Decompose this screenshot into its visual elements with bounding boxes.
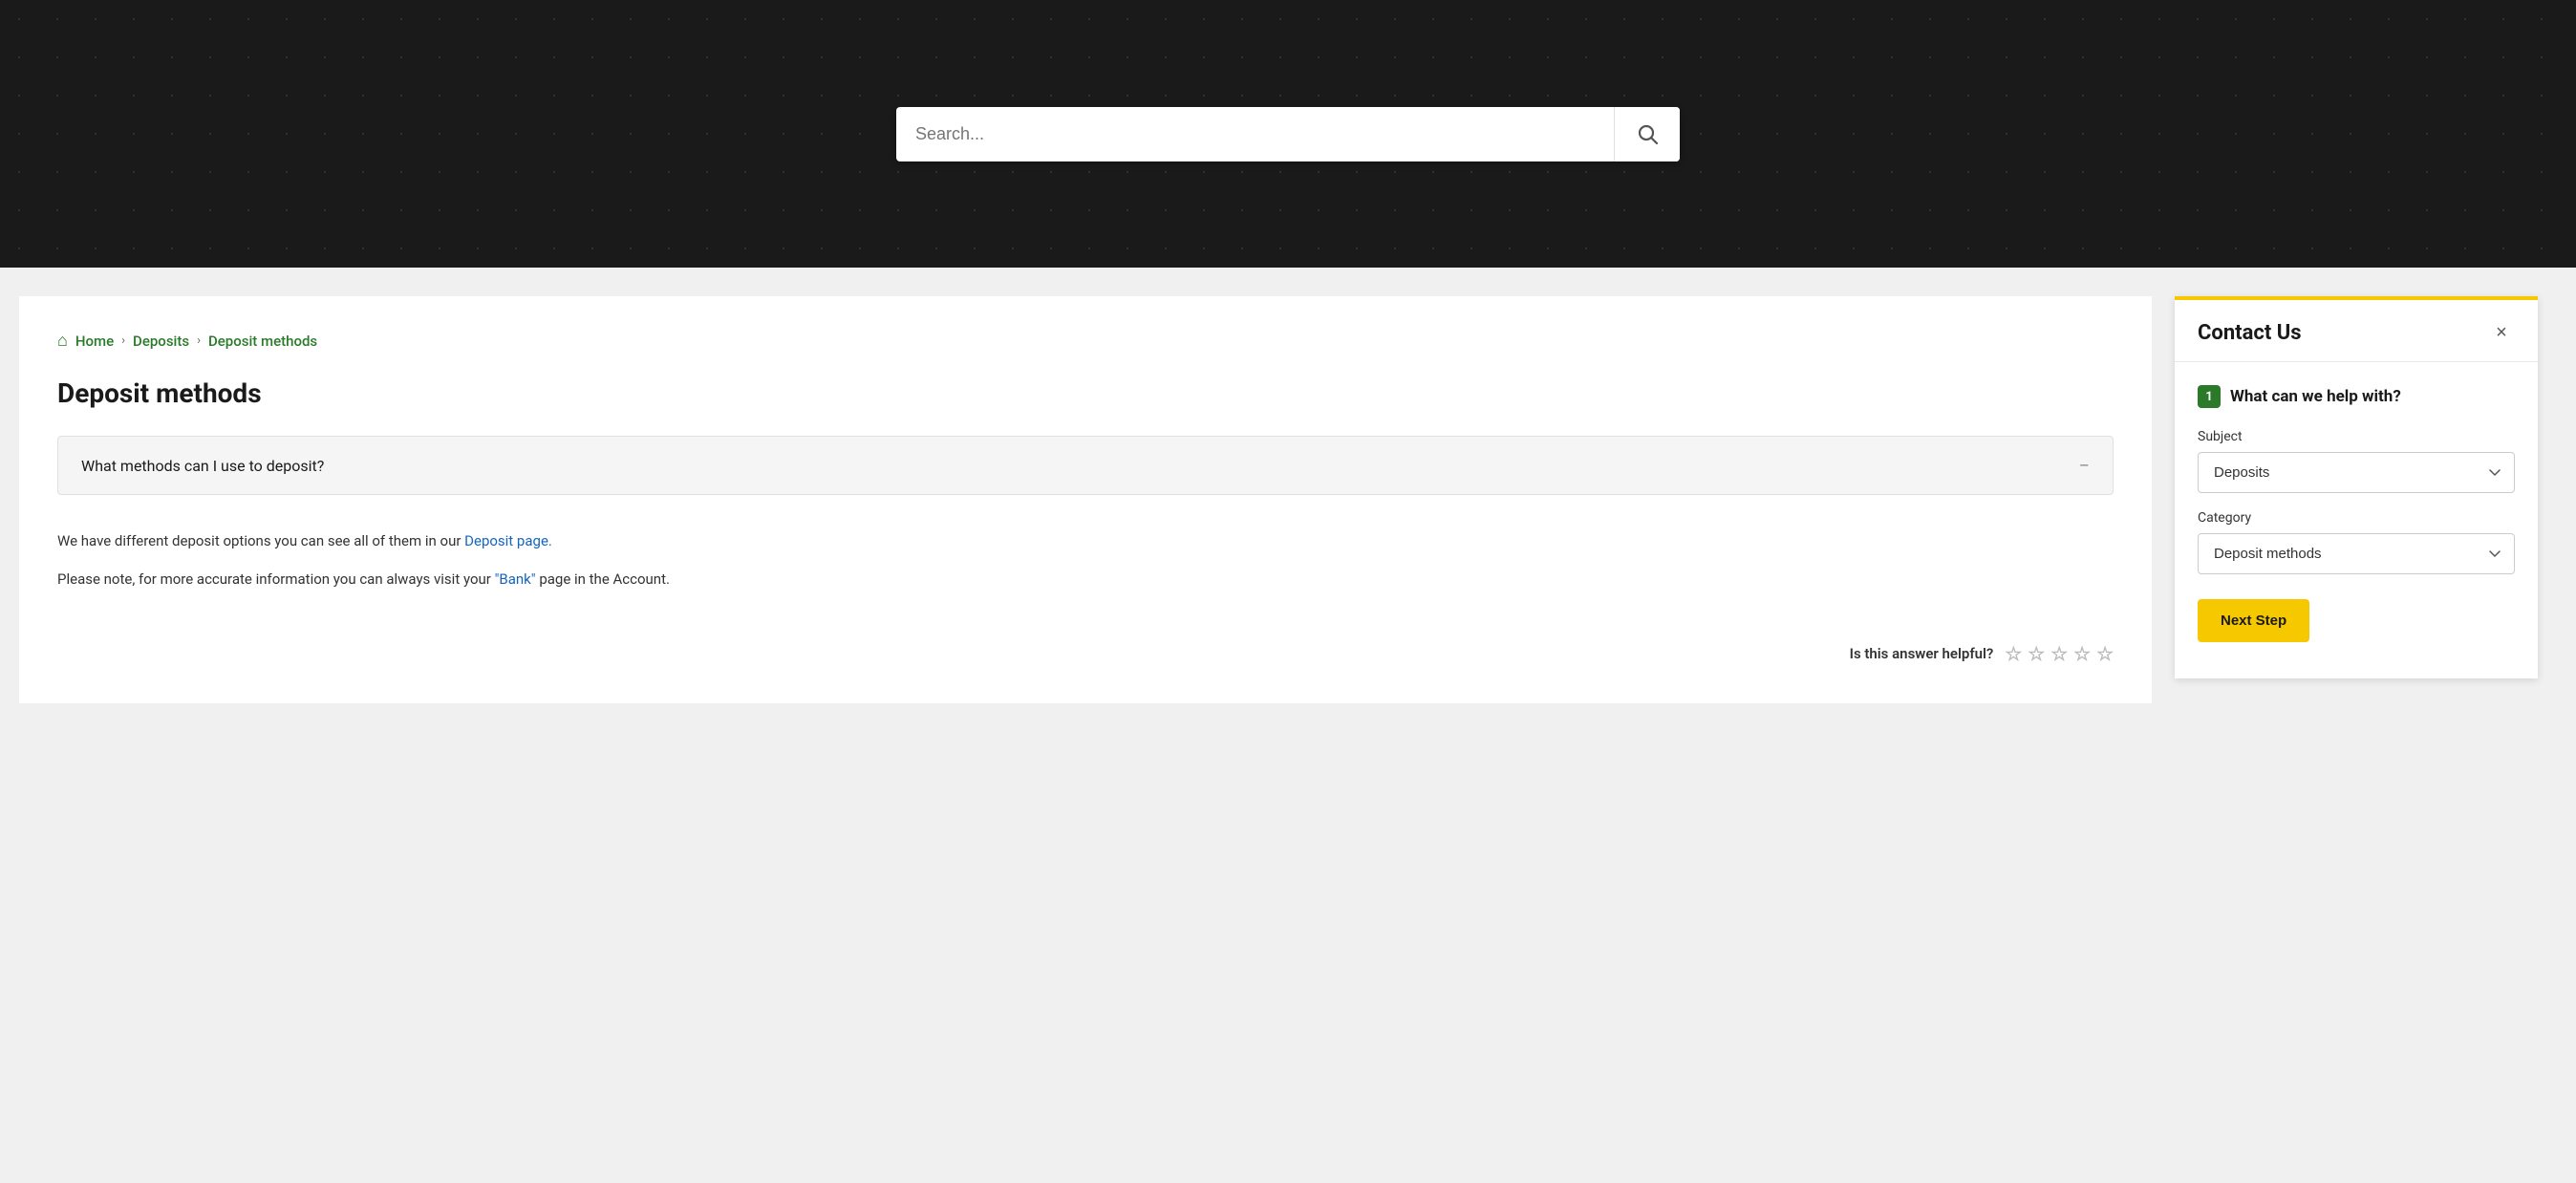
content-p2-before: Please note, for more accurate informati… (57, 570, 495, 588)
search-icon (1636, 122, 1659, 145)
step-title: What can we help with? (2230, 387, 2401, 406)
bank-page-link[interactable]: "Bank" (495, 570, 536, 588)
accordion-toggle-icon: − (2079, 456, 2090, 475)
content-paragraph-1: We have different deposit options you ca… (57, 529, 2114, 552)
accordion-question: What methods can I use to deposit? (81, 457, 324, 475)
home-icon: ⌂ (57, 331, 68, 351)
page-body: ⌂ Home › Deposits › Deposit methods Depo… (0, 268, 2576, 732)
contact-panel-wrapper: Contact Us × 1 What can we help with? Su… (2175, 296, 2557, 678)
category-group: Category Deposit methods Deposit limits … (2198, 510, 2515, 574)
contact-panel: Contact Us × 1 What can we help with? Su… (2175, 296, 2538, 678)
subject-select[interactable]: Deposits Withdrawals Account Technical I… (2198, 452, 2515, 493)
search-bar (896, 107, 1680, 161)
subject-group: Subject Deposits Withdrawals Account Tec… (2198, 429, 2515, 493)
accordion-item: What methods can I use to deposit? − (57, 436, 2114, 495)
close-button[interactable]: × (2488, 319, 2515, 346)
star-4[interactable]: ☆ (2073, 642, 2091, 665)
deposit-page-link[interactable]: Deposit page. (464, 532, 552, 549)
search-button[interactable] (1614, 107, 1680, 161)
next-step-button[interactable]: Next Step (2198, 599, 2309, 642)
step-badge: 1 (2198, 385, 2221, 408)
accordion-header[interactable]: What methods can I use to deposit? − (58, 437, 2113, 494)
page-title: Deposit methods (57, 377, 2114, 409)
star-3[interactable]: ☆ (2050, 642, 2068, 665)
contact-panel-body: 1 What can we help with? Subject Deposit… (2175, 362, 2538, 665)
stars-wrapper: ☆ ☆ ☆ ☆ ☆ (2005, 642, 2114, 665)
breadcrumb: ⌂ Home › Deposits › Deposit methods (57, 331, 2114, 351)
category-label: Category (2198, 510, 2515, 526)
breadcrumb-deposits-link[interactable]: Deposits (133, 333, 189, 350)
category-select[interactable]: Deposit methods Deposit limits Deposit i… (2198, 533, 2515, 574)
breadcrumb-sep-1: › (121, 333, 125, 348)
star-5[interactable]: ☆ (2096, 642, 2114, 665)
helpful-label: Is this answer helpful? (1850, 645, 1994, 662)
step-header: 1 What can we help with? (2198, 385, 2515, 408)
breadcrumb-home-link[interactable]: Home (75, 333, 114, 350)
content-p2-after: page in the Account. (536, 570, 670, 588)
contact-panel-header: Contact Us × (2175, 300, 2538, 362)
star-2[interactable]: ☆ (2028, 642, 2045, 665)
content-paragraph-2: Please note, for more accurate informati… (57, 568, 2114, 591)
content-block: We have different deposit options you ca… (57, 510, 2114, 613)
helpful-section: Is this answer helpful? ☆ ☆ ☆ ☆ ☆ (57, 642, 2114, 665)
star-1[interactable]: ☆ (2005, 642, 2022, 665)
contact-panel-title: Contact Us (2198, 321, 2302, 345)
content-area: ⌂ Home › Deposits › Deposit methods Depo… (19, 296, 2152, 703)
hero-section (0, 0, 2576, 268)
subject-label: Subject (2198, 429, 2515, 444)
breadcrumb-sep-2: › (197, 333, 201, 348)
content-p1-before: We have different deposit options you ca… (57, 532, 464, 549)
search-input[interactable] (896, 107, 1614, 161)
breadcrumb-current: Deposit methods (208, 333, 317, 350)
